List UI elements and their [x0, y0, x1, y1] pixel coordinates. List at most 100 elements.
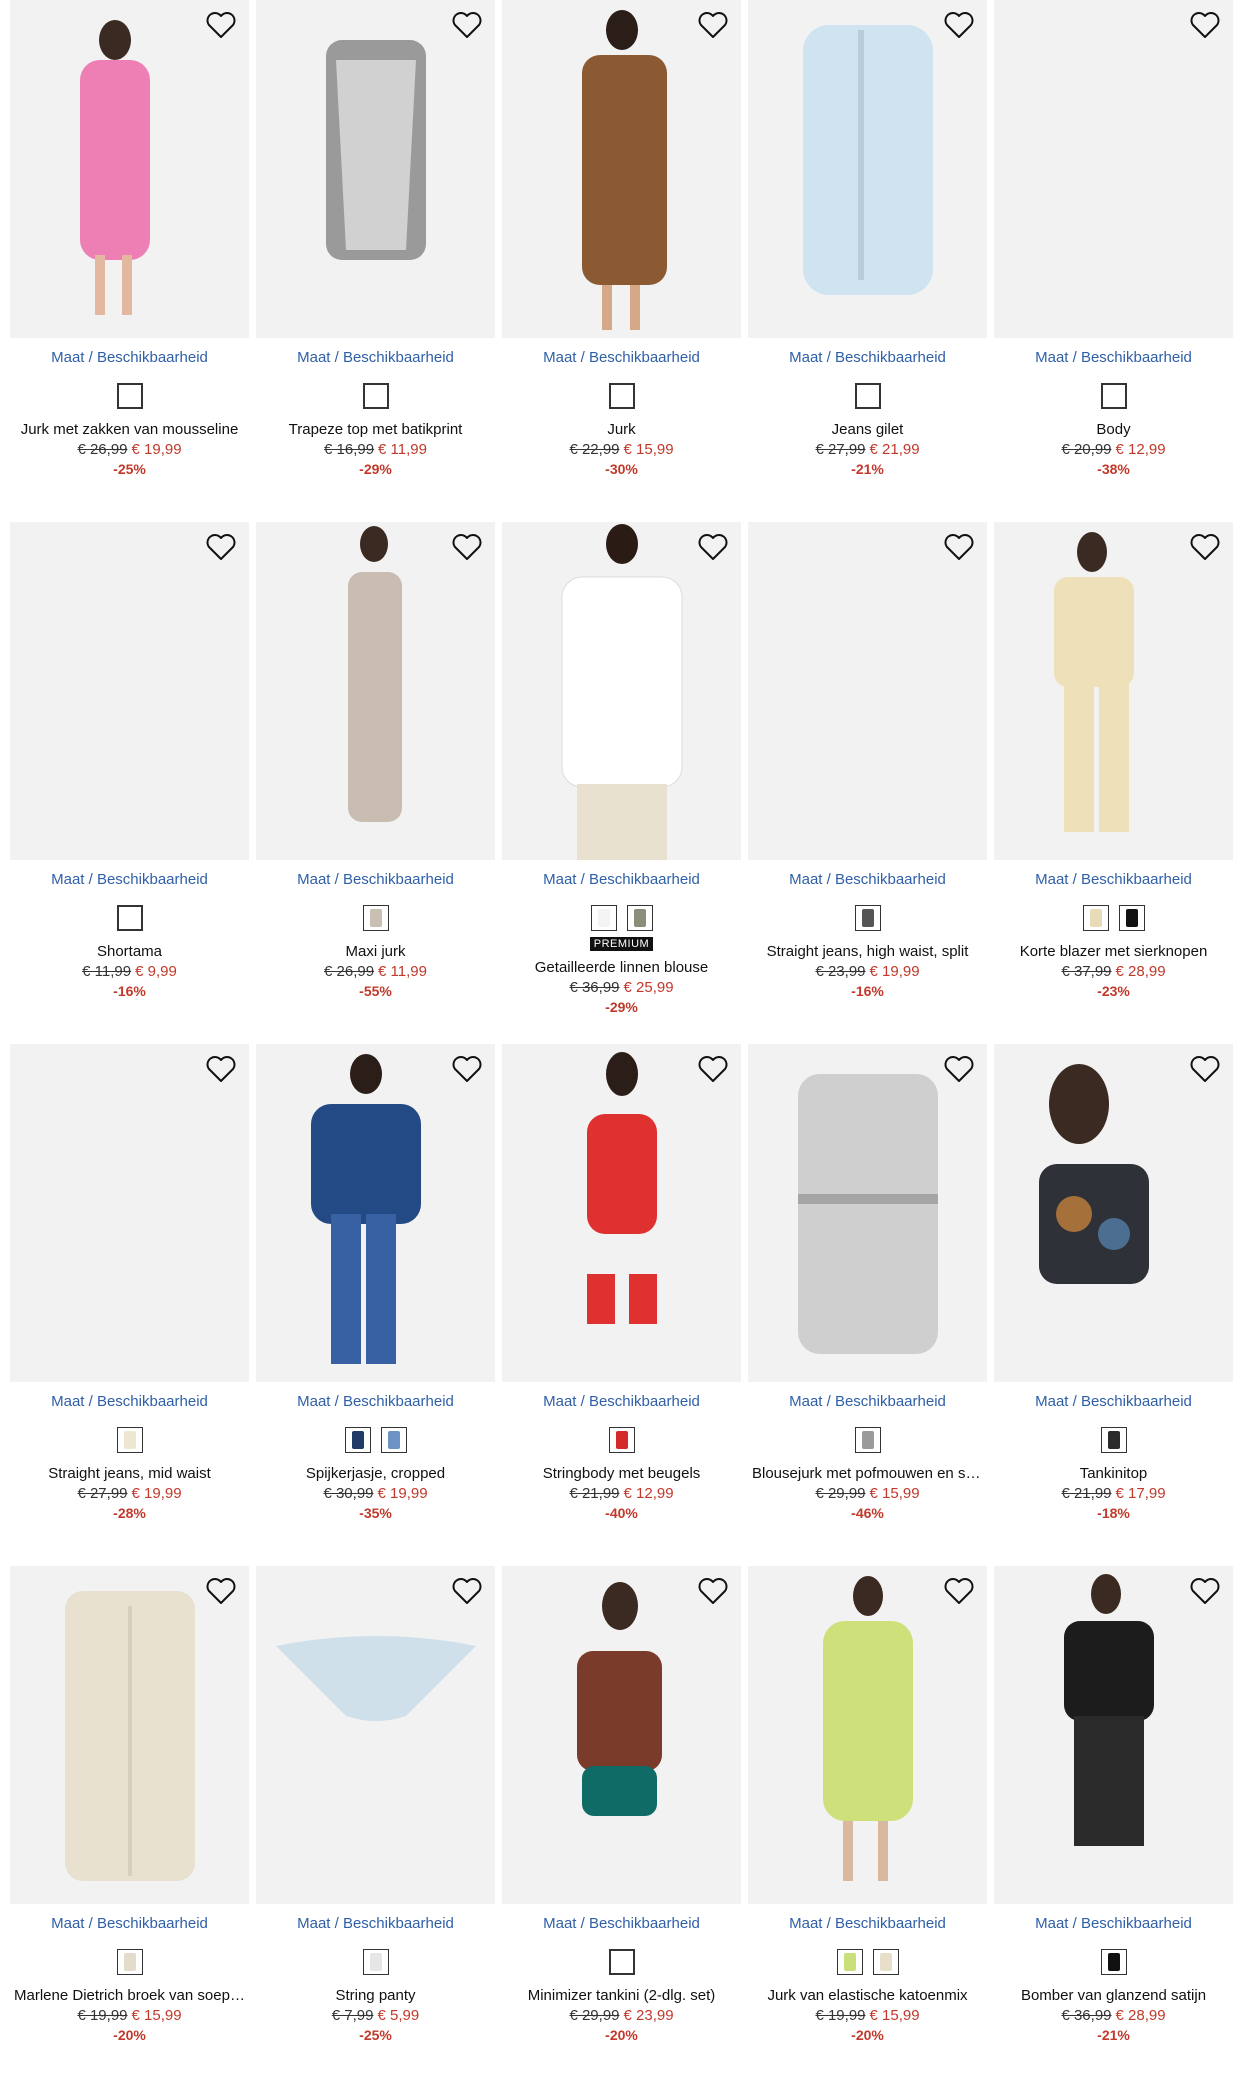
- product-card[interactable]: Maat / Beschikbaarheid Straight jeans, mi…: [10, 1044, 249, 1566]
- color-swatch[interactable]: [344, 1427, 371, 1453]
- wishlist-heart-icon[interactable]: [205, 1054, 237, 1084]
- product-card[interactable]: Maat / Beschikbaarheid Straight jeans, hi…: [748, 522, 987, 1044]
- color-swatch[interactable]: [116, 905, 143, 931]
- size-availability-link[interactable]: Maat / Beschikbaarheid: [502, 1915, 741, 1933]
- wishlist-heart-icon[interactable]: [1189, 1576, 1221, 1606]
- size-availability-link[interactable]: Maat / Beschikbaarheid: [748, 871, 987, 889]
- product-card[interactable]: Maat / Beschikbaarheid Jurk met zakken va…: [10, 0, 249, 522]
- wishlist-heart-icon[interactable]: [697, 532, 729, 562]
- color-swatch[interactable]: [362, 383, 389, 409]
- product-title[interactable]: Shortama: [10, 943, 249, 960]
- product-card[interactable]: Maat / Beschikbaarheid PREMIUM Getailleerd…: [502, 522, 741, 1044]
- wishlist-heart-icon[interactable]: [451, 532, 483, 562]
- product-card[interactable]: Maat / Beschikbaarheid Trapeze top met ba…: [256, 0, 495, 522]
- size-availability-link[interactable]: Maat / Beschikbaarheid: [994, 871, 1233, 889]
- product-title[interactable]: Marlene Dietrich broek van soepelv…: [10, 1987, 249, 2004]
- product-title[interactable]: Maxi jurk: [256, 943, 495, 960]
- wishlist-heart-icon[interactable]: [943, 1054, 975, 1084]
- product-image[interactable]: [502, 1044, 741, 1382]
- product-card[interactable]: Maat / Beschikbaarheid String panty € 7,99…: [256, 1566, 495, 2088]
- color-swatch[interactable]: [1118, 905, 1145, 931]
- color-swatch[interactable]: [626, 905, 653, 931]
- color-swatch[interactable]: [608, 1949, 635, 1975]
- product-title[interactable]: Body: [994, 421, 1233, 438]
- size-availability-link[interactable]: Maat / Beschikbaarheid: [994, 1915, 1233, 1933]
- product-card[interactable]: Maat / Beschikbaarheid Blousejurk met pof…: [748, 1044, 987, 1566]
- product-image[interactable]: [994, 522, 1233, 860]
- size-availability-link[interactable]: Maat / Beschikbaarheid: [502, 871, 741, 889]
- product-card[interactable]: Maat / Beschikbaarheid Minimizer tankini …: [502, 1566, 741, 2088]
- product-title[interactable]: Spijkerjasje, cropped: [256, 1465, 495, 1482]
- size-availability-link[interactable]: Maat / Beschikbaarheid: [748, 1393, 987, 1411]
- product-card[interactable]: Maat / Beschikbaarheid Stringbody met beu…: [502, 1044, 741, 1566]
- color-swatch[interactable]: [1100, 1949, 1127, 1975]
- size-availability-link[interactable]: Maat / Beschikbaarheid: [502, 349, 741, 367]
- wishlist-heart-icon[interactable]: [943, 1576, 975, 1606]
- size-availability-link[interactable]: Maat / Beschikbaarheid: [502, 1393, 741, 1411]
- size-availability-link[interactable]: Maat / Beschikbaarheid: [748, 349, 987, 367]
- product-image[interactable]: [748, 0, 987, 338]
- product-image[interactable]: [10, 1044, 249, 1382]
- size-availability-link[interactable]: Maat / Beschikbaarheid: [10, 1393, 249, 1411]
- product-image[interactable]: [256, 522, 495, 860]
- product-image[interactable]: [994, 1566, 1233, 1904]
- product-title[interactable]: Jurk van elastische katoenmix: [748, 1987, 987, 2004]
- product-image[interactable]: [502, 1566, 741, 1904]
- color-swatch[interactable]: [872, 1949, 899, 1975]
- product-image[interactable]: [748, 522, 987, 860]
- product-title[interactable]: Stringbody met beugels: [502, 1465, 741, 1482]
- color-swatch[interactable]: [1100, 1427, 1127, 1453]
- product-image[interactable]: [256, 0, 495, 338]
- product-card[interactable]: Maat / Beschikbaarheid Korte blazer met s…: [994, 522, 1233, 1044]
- product-title[interactable]: Minimizer tankini (2-dlg. set): [502, 1987, 741, 2004]
- size-availability-link[interactable]: Maat / Beschikbaarheid: [748, 1915, 987, 1933]
- product-card[interactable]: Maat / Beschikbaarheid Jurk € 22,99 € 15,99…: [502, 0, 741, 522]
- size-availability-link[interactable]: Maat / Beschikbaarheid: [256, 349, 495, 367]
- product-title[interactable]: Jeans gilet: [748, 421, 987, 438]
- wishlist-heart-icon[interactable]: [205, 532, 237, 562]
- color-swatch[interactable]: [362, 1949, 389, 1975]
- product-card[interactable]: Maat / Beschikbaarheid Tankinitop € 21,99 €…: [994, 1044, 1233, 1566]
- color-swatch[interactable]: [854, 383, 881, 409]
- product-image[interactable]: [10, 1566, 249, 1904]
- product-title[interactable]: Bomber van glanzend satijn: [994, 1987, 1233, 2004]
- size-availability-link[interactable]: Maat / Beschikbaarheid: [10, 1915, 249, 1933]
- product-title[interactable]: Blousejurk met pofmouwen en stri…: [748, 1465, 987, 1482]
- product-title[interactable]: Straight jeans, high waist, split: [748, 943, 987, 960]
- wishlist-heart-icon[interactable]: [697, 1054, 729, 1084]
- size-availability-link[interactable]: Maat / Beschikbaarheid: [994, 349, 1233, 367]
- size-availability-link[interactable]: Maat / Beschikbaarheid: [256, 871, 495, 889]
- wishlist-heart-icon[interactable]: [451, 1576, 483, 1606]
- color-swatch[interactable]: [116, 1949, 143, 1975]
- product-image[interactable]: [256, 1566, 495, 1904]
- product-image[interactable]: [748, 1566, 987, 1904]
- color-swatch[interactable]: [608, 383, 635, 409]
- wishlist-heart-icon[interactable]: [1189, 532, 1221, 562]
- size-availability-link[interactable]: Maat / Beschikbaarheid: [256, 1915, 495, 1933]
- product-image[interactable]: [502, 0, 741, 338]
- product-image[interactable]: [748, 1044, 987, 1382]
- size-availability-link[interactable]: Maat / Beschikbaarheid: [256, 1393, 495, 1411]
- product-title[interactable]: Jurk: [502, 421, 741, 438]
- wishlist-heart-icon[interactable]: [697, 1576, 729, 1606]
- product-card[interactable]: Maat / Beschikbaarheid Bomber van glanzen…: [994, 1566, 1233, 2088]
- wishlist-heart-icon[interactable]: [943, 10, 975, 40]
- color-swatch[interactable]: [362, 905, 389, 931]
- product-image[interactable]: [10, 522, 249, 860]
- wishlist-heart-icon[interactable]: [1189, 1054, 1221, 1084]
- color-swatch[interactable]: [1100, 383, 1127, 409]
- product-image[interactable]: [10, 0, 249, 338]
- color-swatch[interactable]: [116, 383, 143, 409]
- product-title[interactable]: String panty: [256, 1987, 495, 2004]
- wishlist-heart-icon[interactable]: [451, 1054, 483, 1084]
- product-card[interactable]: Maat / Beschikbaarheid Jeans gilet € 27,99…: [748, 0, 987, 522]
- product-title[interactable]: Korte blazer met sierknopen: [994, 943, 1233, 960]
- product-title[interactable]: Getailleerde linnen blouse: [502, 959, 741, 976]
- product-title[interactable]: Trapeze top met batikprint: [256, 421, 495, 438]
- wishlist-heart-icon[interactable]: [1189, 10, 1221, 40]
- color-swatch[interactable]: [590, 905, 617, 931]
- color-swatch[interactable]: [380, 1427, 407, 1453]
- product-title[interactable]: Straight jeans, mid waist: [10, 1465, 249, 1482]
- wishlist-heart-icon[interactable]: [697, 10, 729, 40]
- product-title[interactable]: Tankinitop: [994, 1465, 1233, 1482]
